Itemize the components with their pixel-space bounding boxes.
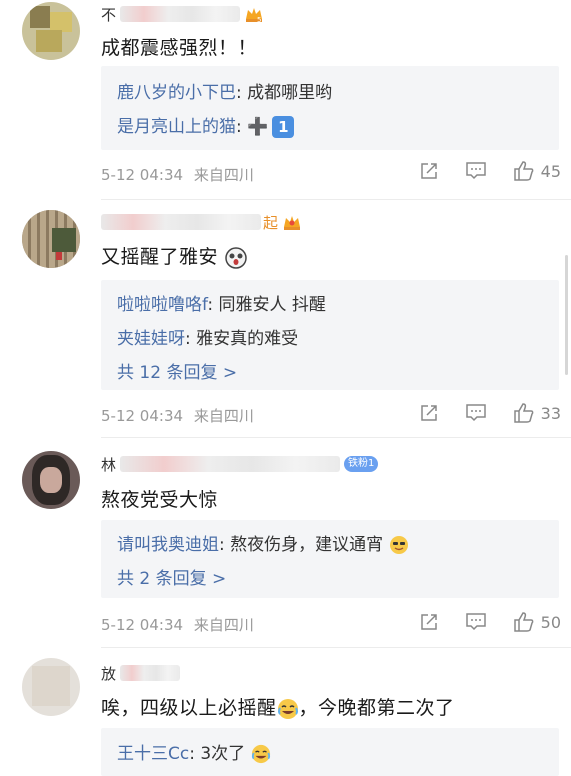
reply-text: 雅安真的难受 xyxy=(190,329,299,349)
location: 来自四川 xyxy=(193,616,254,634)
comment-text-body: 又摇醒了雅安 xyxy=(101,246,219,268)
username[interactable]: 不 5 xyxy=(101,3,264,25)
username-blurred xyxy=(101,214,261,230)
comment-text: 唉，四级以上必摇醒 ，今晚都第二次了 xyxy=(101,693,455,720)
username-tail: 起 xyxy=(263,213,279,232)
username-blurred xyxy=(120,665,181,681)
comment-feed: 不 5 成都震感强烈！！ 鹿八岁的小下巴: 成都哪里哟 是月亮山上的猫: ➕ 1 … xyxy=(0,0,571,776)
reply-user[interactable]: 夹娃娃呀 xyxy=(117,329,185,349)
comment-button[interactable] xyxy=(465,612,487,632)
reply-box[interactable]: 啦啦啦噜咯f: 同雅安人 抖醒 夹娃娃呀: 雅安真的难受 共 12 条回复 > xyxy=(101,280,559,390)
avatar[interactable] xyxy=(22,210,80,268)
like-count: 45 xyxy=(540,161,561,181)
like-button[interactable]: 45 xyxy=(513,160,561,182)
comment-button[interactable] xyxy=(465,161,487,181)
like-icon xyxy=(513,403,534,423)
username-blurred xyxy=(120,456,341,472)
reply-box[interactable]: 鹿八岁的小下巴: 成都哪里哟 是月亮山上的猫: ➕ 1 xyxy=(101,66,559,150)
avatar[interactable] xyxy=(22,658,80,716)
share-icon xyxy=(420,405,437,421)
timestamp: 5-12 04:34 xyxy=(101,616,184,634)
like-button[interactable]: 50 xyxy=(513,611,561,633)
reply-item[interactable]: 鹿八岁的小下巴: 成都哪里哟 xyxy=(117,78,332,103)
comment-text: 成都震感强烈！！ xyxy=(101,37,258,59)
divider xyxy=(101,199,571,200)
timestamp: 5-12 04:34 xyxy=(101,166,184,184)
keycap-one-emoji: 1 xyxy=(272,116,295,138)
comment-text-tail: ，今晚都第二次了 xyxy=(298,697,455,719)
laugh-cry-emoji xyxy=(251,744,270,764)
reply-user[interactable]: 王十三Cc xyxy=(117,744,189,764)
username-blurred xyxy=(120,6,241,22)
reply-user[interactable]: 鹿八岁的小下巴 xyxy=(117,83,236,103)
comment-meta: 5-12 04:34 来自四川 xyxy=(101,405,254,426)
username[interactable]: 起 xyxy=(101,211,302,233)
cool-face-emoji xyxy=(389,536,408,554)
comment-icon xyxy=(465,613,486,631)
action-bar: 45 xyxy=(393,160,561,182)
share-icon xyxy=(420,614,437,630)
like-count: 50 xyxy=(540,612,561,632)
comment-text-body: 唉，四级以上必摇醒 xyxy=(101,697,277,719)
comment-button[interactable] xyxy=(465,403,487,423)
reply-text: 成都哪里哟 xyxy=(241,83,333,103)
username-text: 不 xyxy=(101,5,117,24)
share-button[interactable] xyxy=(419,403,439,423)
action-bar: 33 xyxy=(393,402,561,424)
username-text: 放 xyxy=(101,664,117,683)
share-button[interactable] xyxy=(419,612,439,632)
username-text: 林 xyxy=(101,455,117,474)
comment-icon xyxy=(465,162,486,180)
comment-meta: 5-12 04:34 来自四川 xyxy=(101,614,254,635)
avatar[interactable] xyxy=(22,451,80,509)
comment-meta: 5-12 04:34 来自四川 xyxy=(101,164,254,185)
reply-text: ➕ xyxy=(241,117,269,137)
reply-user[interactable]: 是月亮山上的猫 xyxy=(117,117,236,137)
svg-text:5: 5 xyxy=(257,16,261,23)
location: 来自四川 xyxy=(193,166,254,184)
like-icon xyxy=(513,161,534,181)
divider xyxy=(101,437,571,438)
crown-icon: 5 xyxy=(246,8,263,23)
username[interactable]: 林 铁粉1 xyxy=(101,453,379,475)
comment-icon xyxy=(465,404,486,422)
reply-item[interactable]: 请叫我奥迪姐: 熬夜伤身，建议通宵 xyxy=(117,530,409,555)
reply-text: 熬夜伤身，建议通宵 xyxy=(224,535,384,555)
share-icon xyxy=(420,163,437,179)
reply-text: 同雅安人 抖醒 xyxy=(213,295,326,315)
comment-text: 熬夜党受大惊 xyxy=(101,489,219,511)
divider xyxy=(101,647,571,648)
reply-item[interactable]: 啦啦啦噜咯f: 同雅安人 抖醒 xyxy=(117,290,326,315)
scrollbar[interactable] xyxy=(565,255,568,375)
share-button[interactable] xyxy=(419,161,439,181)
reply-item[interactable]: 王十三Cc: 3次了 xyxy=(117,739,271,764)
view-more-replies-link[interactable]: 共 12 条回复 > xyxy=(117,358,237,383)
like-count: 33 xyxy=(540,403,561,423)
avatar[interactable] xyxy=(22,2,80,60)
location: 来自四川 xyxy=(193,407,254,425)
timestamp: 5-12 04:34 xyxy=(101,407,184,425)
like-button[interactable]: 33 xyxy=(513,402,561,424)
action-bar: 50 xyxy=(393,611,561,633)
reply-text: 3次了 xyxy=(194,744,246,764)
shocked-face-emoji xyxy=(224,246,247,269)
reply-item[interactable]: 夹娃娃呀: 雅安真的难受 xyxy=(117,324,298,349)
username[interactable]: 放 xyxy=(101,662,181,684)
laugh-cry-emoji xyxy=(277,698,298,719)
reply-box[interactable]: 王十三Cc: 3次了 xyxy=(101,728,559,776)
comment-text: 又摇醒了雅安 xyxy=(101,242,247,269)
reply-user[interactable]: 啦啦啦噜咯f xyxy=(117,295,207,315)
reply-user[interactable]: 请叫我奥迪姐 xyxy=(117,535,219,555)
view-more-replies-link[interactable]: 共 2 条回复 > xyxy=(117,564,226,589)
like-icon xyxy=(513,612,534,632)
fan-level-badge: 铁粉1 xyxy=(344,456,379,472)
reply-box[interactable]: 请叫我奥迪姐: 熬夜伤身，建议通宵 共 2 条回复 > xyxy=(101,520,559,598)
reply-item[interactable]: 是月亮山上的猫: ➕ 1 xyxy=(117,112,295,138)
crown-icon xyxy=(284,216,301,230)
